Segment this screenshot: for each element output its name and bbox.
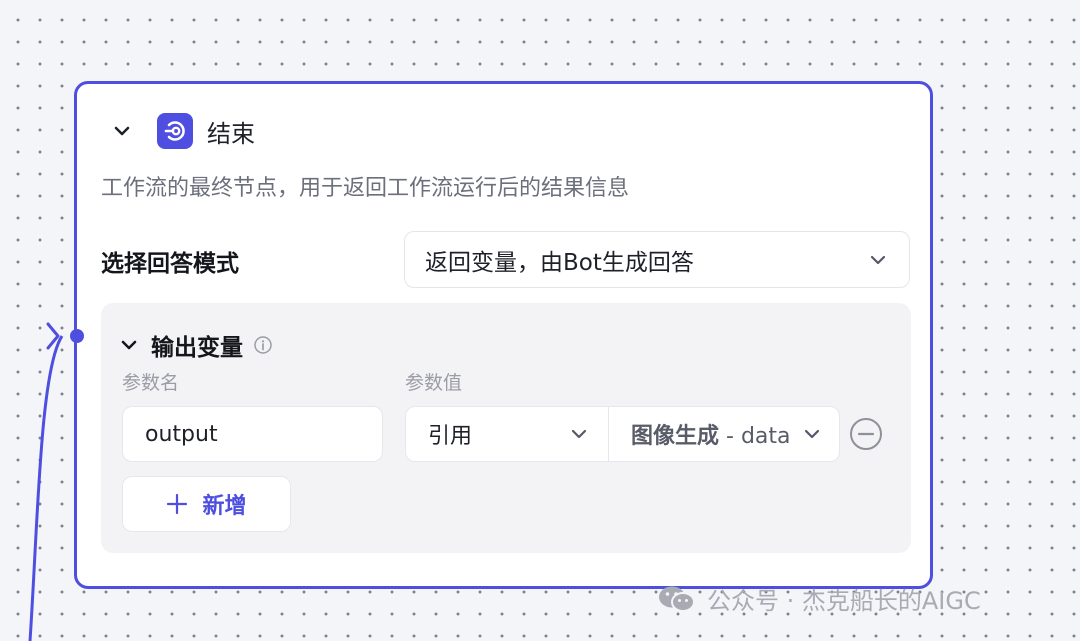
input-port[interactable]: [70, 329, 84, 343]
add-variable-label: 新增: [202, 494, 247, 519]
chevron-down-icon: [114, 126, 130, 136]
answer-mode-select[interactable]: 返回变量，由Bot生成回答: [404, 231, 910, 288]
output-variables-title: 输出变量: [151, 335, 243, 361]
remove-variable-button[interactable]: [849, 417, 883, 455]
chevron-down-icon: [121, 340, 137, 350]
param-name-header: 参数名: [122, 372, 180, 394]
node-title: 结束: [207, 119, 255, 148]
output-variables-panel: 输出变量 参数名 参数值 output 引用 图像生成 - data 新增: [101, 303, 911, 553]
source-variable-name: data: [740, 424, 791, 449]
node-header: 结束: [107, 111, 255, 151]
minus-circle-icon: [850, 418, 882, 450]
param-value-header: 参数值: [405, 372, 463, 394]
chevron-down-icon: [571, 429, 587, 439]
watermark-text: 公众号 · 杰克船长的AIGC: [707, 587, 981, 615]
output-variables-toggle[interactable]: 输出变量: [119, 328, 273, 362]
node-description: 工作流的最终节点，用于返回工作流运行后的结果信息: [101, 176, 630, 201]
reference-type-value: 引用: [428, 424, 473, 449]
collapse-node-button[interactable]: [107, 116, 137, 146]
info-icon[interactable]: [253, 335, 273, 355]
param-name-value: output: [145, 421, 218, 447]
end-node-icon: [157, 113, 193, 149]
answer-mode-label: 选择回答模式: [101, 251, 239, 277]
wechat-icon: [657, 584, 697, 614]
source-variable-value: 图像生成 - data: [631, 418, 791, 450]
watermark: 公众号 · 杰克船长的AIGC: [657, 581, 981, 616]
reference-type-select[interactable]: 引用: [405, 406, 609, 462]
end-node-card[interactable]: 结束 工作流的最终节点，用于返回工作流运行后的结果信息 选择回答模式 返回变量，…: [74, 81, 933, 589]
source-variable-select[interactable]: 图像生成 - data: [608, 406, 840, 462]
chevron-down-icon: [804, 429, 820, 439]
chevron-down-icon: [870, 255, 886, 264]
source-node-name: 图像生成: [631, 424, 720, 449]
answer-mode-value: 返回变量，由Bot生成回答: [425, 249, 694, 276]
plus-icon: [167, 493, 188, 515]
param-name-input[interactable]: output: [122, 406, 383, 462]
add-variable-button[interactable]: 新增: [122, 476, 291, 532]
source-separator: -: [719, 424, 741, 449]
